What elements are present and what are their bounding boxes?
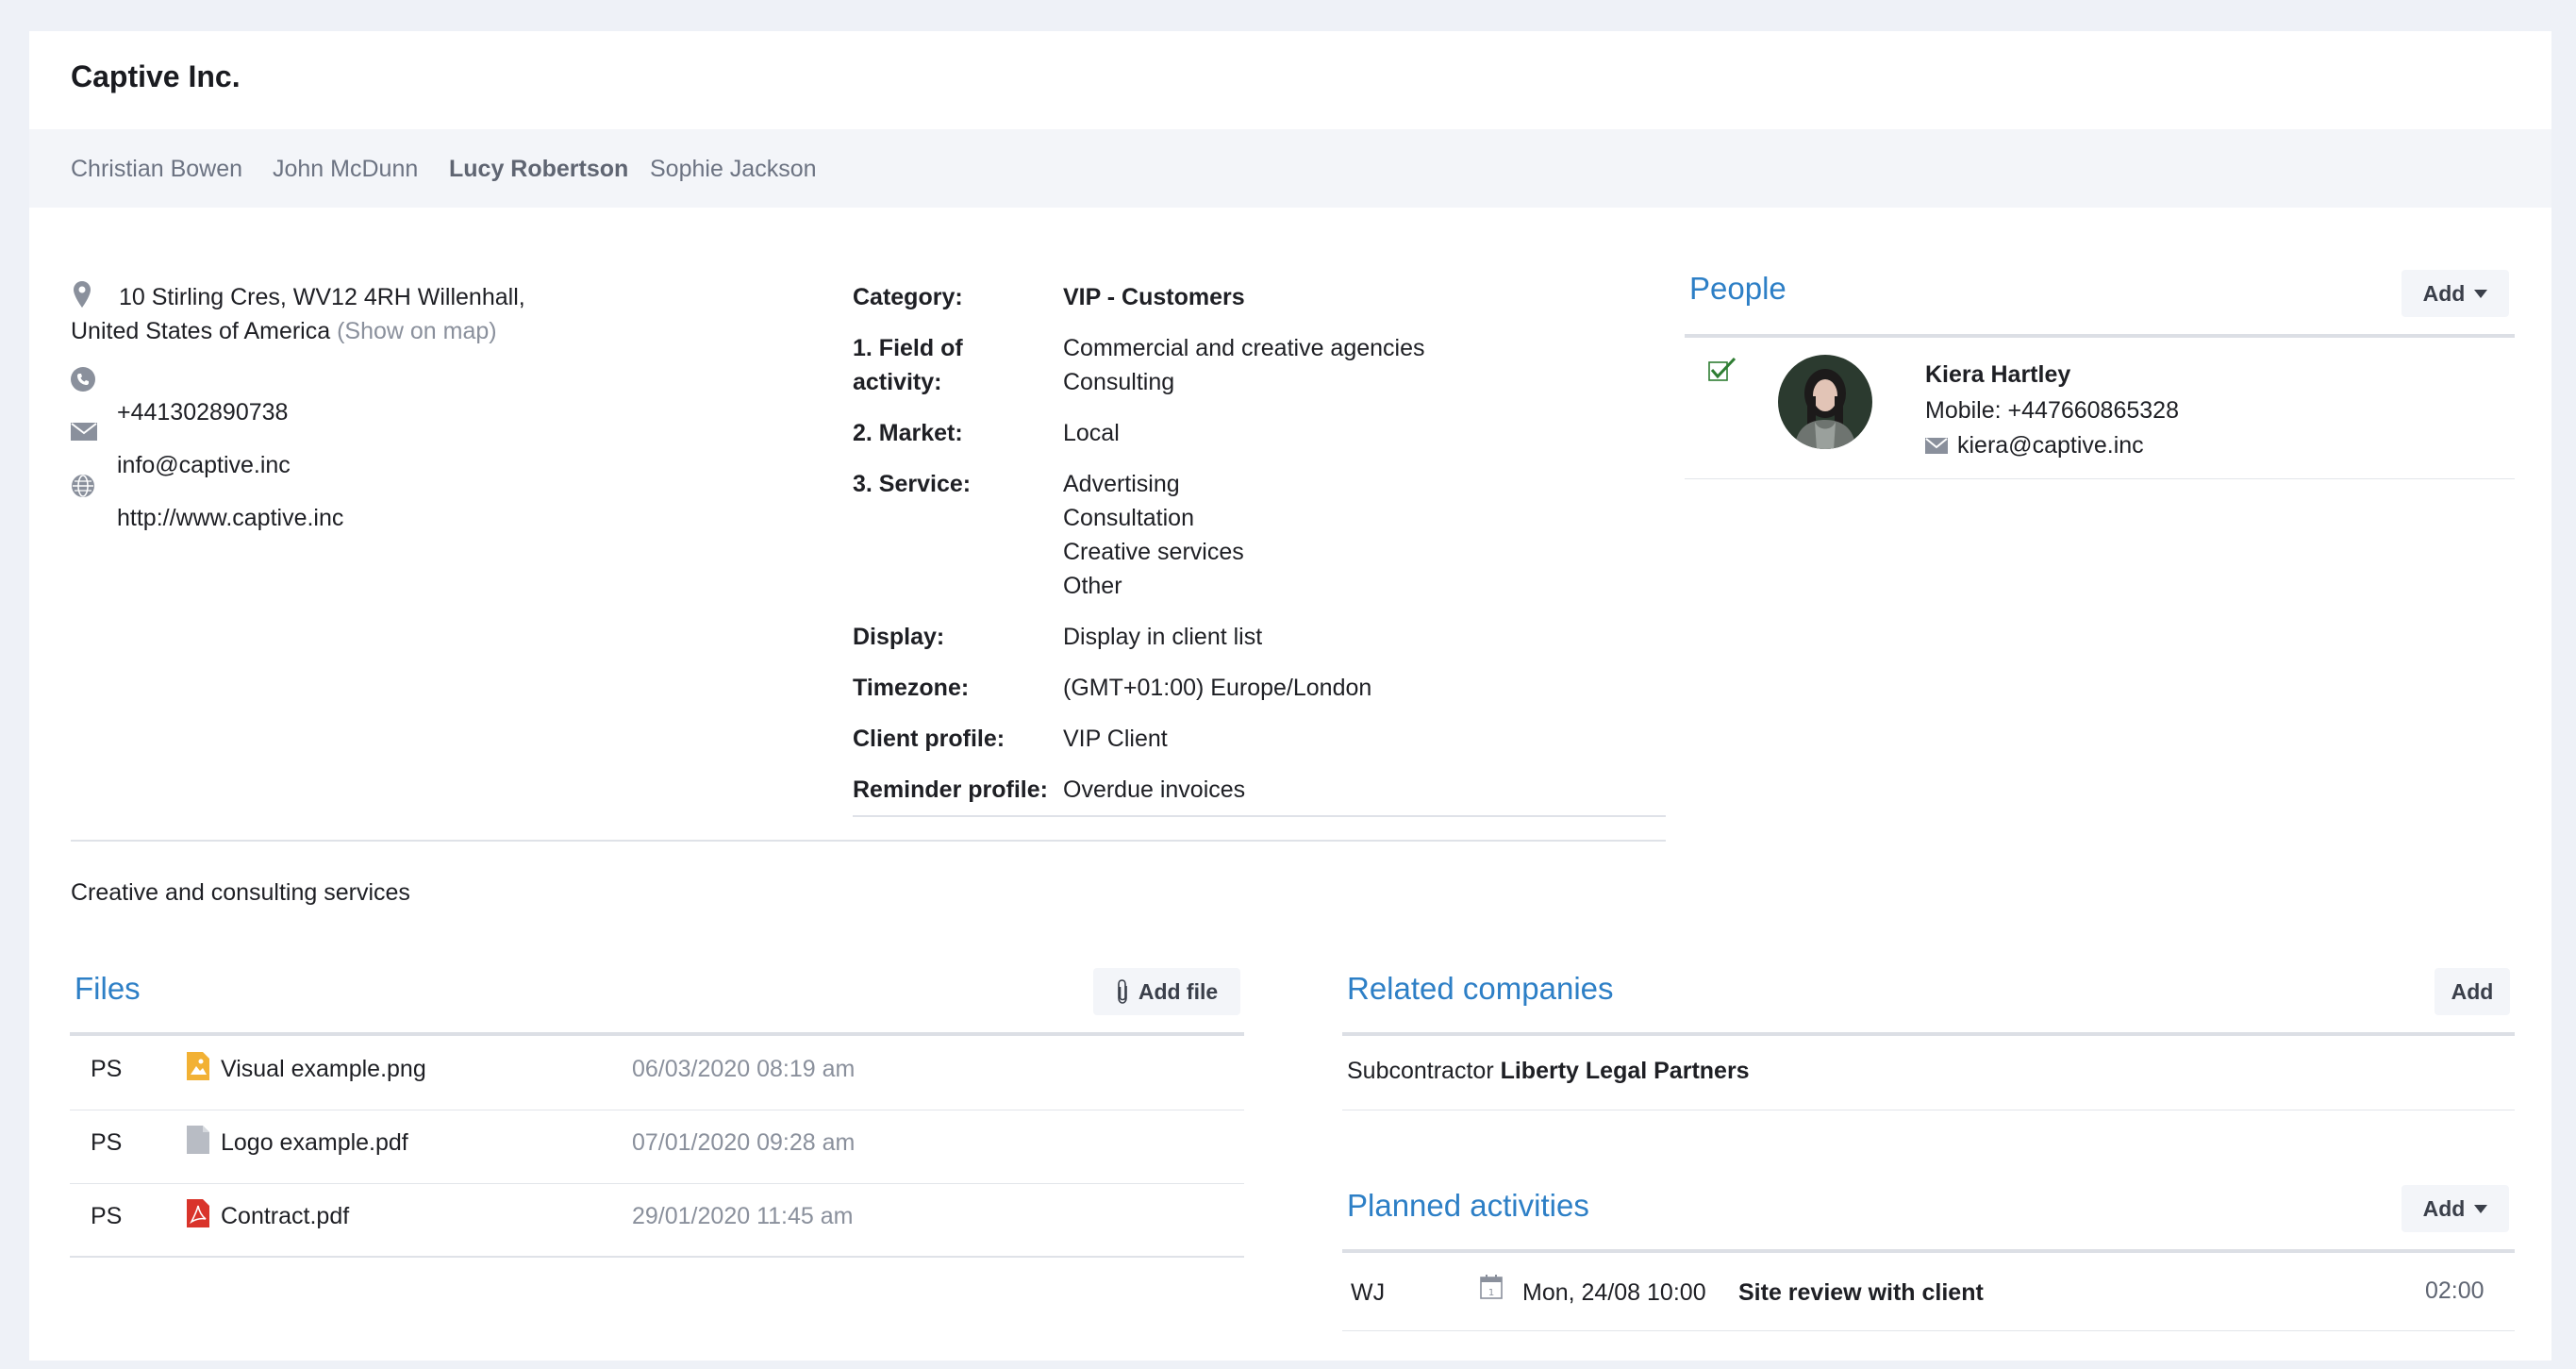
- person-mobile: Mobile: +447660865328: [1925, 397, 2179, 424]
- field-of-activity-value-2: Consulting: [1063, 369, 1175, 395]
- related-company-name[interactable]: Liberty Legal Partners: [1501, 1058, 1750, 1084]
- people-header-divider: [1685, 334, 2515, 338]
- service-value: Advertising: [1063, 471, 1180, 497]
- description-divider: [71, 840, 1666, 842]
- file-row[interactable]: PS Contract.pdf 29/01/2020 11:45 am: [70, 1181, 1244, 1255]
- title-bar: Captive Inc.: [29, 31, 2551, 129]
- globe-icon: [72, 475, 94, 497]
- field-of-activity-label-2: activity:: [853, 369, 942, 395]
- service-value: Consultation: [1063, 505, 1194, 531]
- show-on-map-link[interactable]: (Show on map): [337, 318, 497, 344]
- person-divider: [1685, 478, 2515, 479]
- display-label: Display:: [853, 624, 945, 650]
- file-row[interactable]: PS Visual example.png 06/03/2020 08:19 a…: [70, 1034, 1244, 1108]
- person-name[interactable]: Kiera Hartley: [1925, 358, 2070, 392]
- image-file-icon: [187, 1052, 209, 1080]
- display-value: Display in client list: [1063, 624, 1263, 650]
- related-header-divider: [1342, 1032, 2515, 1036]
- person-email[interactable]: kiera@captive.inc: [1957, 428, 2144, 462]
- service-value: Other: [1063, 573, 1122, 599]
- add-activity-label: Add: [2422, 1195, 2466, 1221]
- activity-datetime: Mon, 24/08 10:00: [1522, 1279, 1706, 1306]
- market-label: 2. Market:: [853, 420, 963, 446]
- add-person-button[interactable]: Add: [2401, 270, 2509, 317]
- add-activity-button[interactable]: Add: [2401, 1185, 2509, 1232]
- svg-text:1: 1: [1488, 1288, 1494, 1298]
- file-date: 29/01/2020 11:45 am: [632, 1203, 854, 1229]
- file-name[interactable]: Visual example.png: [221, 1056, 426, 1083]
- checkmark-icon[interactable]: [1708, 357, 1737, 381]
- category-value: VIP - Customers: [1063, 284, 1245, 310]
- file-owner-initials: PS: [91, 1129, 123, 1156]
- tab-john-mcdunn[interactable]: John McDunn: [273, 156, 418, 183]
- website-link[interactable]: http://www.captive.inc: [117, 501, 343, 535]
- file-owner-initials: PS: [91, 1056, 123, 1082]
- files-bottom-divider: [70, 1256, 1244, 1258]
- file-date: 07/01/2020 09:28 am: [632, 1129, 856, 1156]
- add-person-label: Add: [2422, 280, 2466, 306]
- address-country: United States of America: [71, 318, 331, 344]
- timezone-value: (GMT+01:00) Europe/London: [1063, 675, 1372, 701]
- page-title: Captive Inc.: [71, 59, 241, 93]
- service-label: 3. Service:: [853, 471, 972, 497]
- address-line-2: United States of America (Show on map): [71, 314, 497, 348]
- client-profile-label: Client profile:: [853, 726, 1005, 752]
- file-row[interactable]: PS Logo example.pdf 07/01/2020 09:28 am: [70, 1108, 1244, 1181]
- phone-icon: [71, 367, 95, 392]
- tab-sophie-jackson[interactable]: Sophie Jackson: [650, 156, 817, 183]
- people-section-title: People: [1689, 271, 1787, 306]
- chevron-down-icon: [2474, 1204, 2488, 1213]
- document-file-icon: [187, 1126, 209, 1154]
- paperclip-icon: [1118, 979, 1127, 1004]
- activity-title[interactable]: Site review with client: [1738, 1276, 1984, 1310]
- add-file-label: Add file: [1138, 978, 1219, 1004]
- reminder-profile-value: Overdue invoices: [1063, 776, 1246, 803]
- calendar-icon: 1: [1480, 1275, 1503, 1299]
- email-link[interactable]: info@captive.inc: [117, 448, 291, 482]
- client-profile-value: VIP Client: [1063, 726, 1168, 752]
- service-value: Creative services: [1063, 539, 1244, 565]
- avatar: [1778, 355, 1872, 449]
- chevron-down-icon: [2474, 289, 2488, 298]
- tab-lucy-robertson[interactable]: Lucy Robertson: [449, 156, 628, 183]
- location-pin-icon: [74, 281, 91, 308]
- phone-number[interactable]: +441302890738: [117, 395, 288, 429]
- activity-duration: 02:00: [2425, 1277, 2485, 1304]
- field-of-activity-label-1: 1. Field of: [853, 335, 963, 361]
- address-line-1: 10 Stirling Cres, WV12 4RH Willenhall,: [119, 284, 525, 310]
- file-name[interactable]: Logo example.pdf: [221, 1129, 408, 1157]
- category-label: Category:: [853, 284, 963, 310]
- related-company-row[interactable]: Subcontractor Liberty Legal Partners: [1347, 1054, 1750, 1088]
- pdf-file-icon: [187, 1199, 209, 1227]
- activity-divider: [1342, 1330, 2515, 1331]
- company-card: Captive Inc. Christian Bowen John McDunn…: [29, 31, 2551, 1361]
- add-file-button[interactable]: Add file: [1093, 968, 1240, 1015]
- related-companies-title: Related companies: [1347, 971, 1614, 1006]
- add-related-company-label: Add: [2451, 978, 2494, 1004]
- add-related-company-button[interactable]: Add: [2435, 968, 2510, 1015]
- people-tabs: Christian Bowen John McDunn Lucy Roberts…: [29, 129, 2551, 208]
- timezone-label: Timezone:: [853, 675, 970, 701]
- company-description: Creative and consulting services: [71, 879, 410, 906]
- files-section-title: Files: [75, 971, 141, 1006]
- reminder-profile-label: Reminder profile:: [853, 776, 1048, 803]
- planned-activities-title: Planned activities: [1347, 1188, 1589, 1223]
- tab-christian-bowen[interactable]: Christian Bowen: [71, 156, 242, 183]
- market-value: Local: [1063, 420, 1120, 446]
- envelope-icon: [1925, 438, 1948, 454]
- activities-header-divider: [1342, 1249, 2515, 1253]
- envelope-icon: [71, 423, 97, 441]
- activity-owner-initials: WJ: [1351, 1279, 1386, 1306]
- file-name[interactable]: Contract.pdf: [221, 1203, 349, 1230]
- field-of-activity-value-1: Commercial and creative agencies: [1063, 335, 1425, 361]
- relation-type: Subcontractor: [1347, 1058, 1494, 1084]
- details-divider: [853, 815, 1666, 817]
- file-date: 06/03/2020 08:19 am: [632, 1056, 856, 1082]
- file-owner-initials: PS: [91, 1203, 123, 1229]
